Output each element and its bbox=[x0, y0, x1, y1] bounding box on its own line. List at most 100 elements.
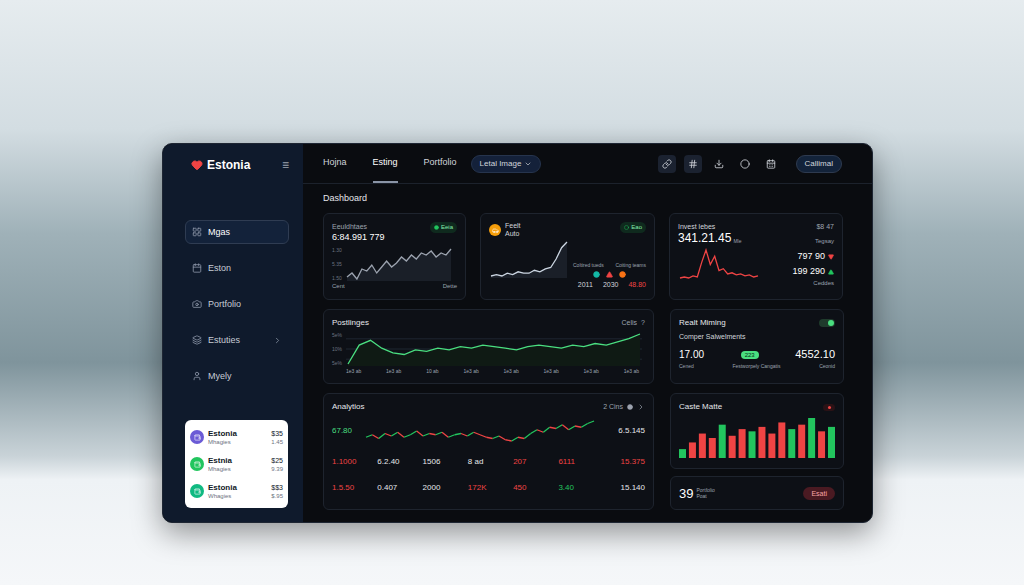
chevron-down-icon bbox=[524, 160, 532, 168]
chart-segment bbox=[410, 431, 416, 435]
toolbar-button[interactable] bbox=[658, 155, 676, 173]
accounts-card: EstoniaMhagies$351.45EstniaMhagies$259.3… bbox=[185, 420, 288, 508]
chart-bar bbox=[679, 449, 686, 458]
table-cell: 207 bbox=[513, 457, 554, 467]
chart-segment bbox=[448, 434, 454, 437]
portfolio-button[interactable]: Esati bbox=[803, 487, 835, 500]
card-title: Postlinges bbox=[332, 318, 369, 328]
toolbar-button[interactable] bbox=[710, 155, 728, 173]
y-tick: 5e% bbox=[332, 332, 342, 338]
trend-icon bbox=[828, 254, 834, 260]
account-row[interactable]: EstoniaWhagies$$3$.95 bbox=[190, 479, 283, 503]
chart-segment bbox=[505, 439, 511, 440]
stats: 797 90199 290 bbox=[766, 251, 834, 277]
nav-icon bbox=[192, 335, 202, 345]
tab[interactable]: Hojna bbox=[323, 144, 347, 183]
sidebar: Estonia ≡ Mgas Eston Portfolio Estuties Myely E… bbox=[163, 144, 303, 522]
toolbar-button[interactable] bbox=[736, 155, 754, 173]
analytics-card: Analytios2 Cins67.806.5.1451.10006.2.401… bbox=[323, 393, 654, 510]
status-dot bbox=[828, 406, 831, 409]
menu-button[interactable]: ≡ bbox=[282, 158, 289, 172]
account-sub: Mhagies bbox=[208, 465, 267, 473]
row-top: Eeuldhtaes6:84.991 779Eeia1.305.351.50Ce… bbox=[323, 213, 842, 300]
card-titles: FeeltAuto bbox=[505, 222, 521, 238]
auto-chart bbox=[489, 240, 569, 278]
account-text: EstoniaWhagies bbox=[208, 483, 267, 500]
chart-bar bbox=[749, 431, 756, 458]
dropdown-label: Letal Image bbox=[480, 158, 522, 170]
table-row: 1.10006.2.4015068 ad207611115.375 bbox=[332, 453, 645, 471]
account-name: Estonia bbox=[208, 429, 267, 438]
trend-icon bbox=[828, 269, 834, 275]
chart-line bbox=[348, 334, 640, 364]
sidebar-item[interactable]: Mgas bbox=[185, 220, 289, 244]
portfolio-text: PortfolioPoat bbox=[696, 487, 714, 499]
account-icon bbox=[190, 430, 204, 444]
chart-bar bbox=[758, 427, 765, 458]
x-axis: 1e3 ab1e3 ab10 ab1e3 ab1e3 ab1e3 ab1e3 a… bbox=[332, 368, 645, 375]
card-heading: Eeuldhtaes6:84.991 779 bbox=[332, 222, 385, 243]
y-tick: 5.35 bbox=[332, 261, 342, 267]
tab[interactable]: Portfolio bbox=[424, 144, 457, 183]
x-label: Dette bbox=[443, 283, 457, 290]
chart-area: 5e%10%5e% bbox=[332, 332, 645, 366]
auto-avatar bbox=[489, 224, 501, 236]
sidebar-item[interactable]: Eston bbox=[185, 256, 289, 280]
account-button[interactable]: Callimal bbox=[796, 155, 842, 173]
account-change: 1.45 bbox=[271, 438, 283, 446]
card-title: Caste Matte bbox=[679, 402, 722, 412]
grid-line bbox=[346, 338, 642, 339]
account-values: $259.39 bbox=[271, 456, 283, 473]
card-title: Eeuldhtaes bbox=[332, 222, 385, 231]
card-action[interactable]: 2 Cins bbox=[603, 402, 623, 413]
toggle-knob bbox=[828, 320, 834, 326]
chart-segment bbox=[562, 424, 568, 429]
chart-segment bbox=[499, 436, 505, 440]
chart-segment bbox=[467, 432, 473, 436]
chart-segment bbox=[442, 432, 448, 437]
toolbar-button[interactable] bbox=[762, 155, 780, 173]
card-corner: $8 47 bbox=[816, 222, 834, 231]
card-header: Invest lebes$8 47 bbox=[678, 222, 834, 231]
toolbar: Callimal bbox=[658, 144, 842, 183]
logo-text: Estonia bbox=[207, 158, 250, 172]
legend-label: Coltired tueds bbox=[573, 262, 604, 268]
table-cell: 15.140 bbox=[604, 483, 645, 493]
card-title: Feelt bbox=[505, 222, 521, 230]
background-photo: Estonia ≡ Mgas Eston Portfolio Estuties Myely E… bbox=[0, 0, 1024, 585]
account-icon bbox=[190, 484, 204, 498]
toolbar-icon bbox=[662, 159, 672, 169]
account-sub: Whagies bbox=[208, 492, 267, 500]
heart-logo-icon bbox=[191, 159, 203, 171]
portfolio-value: 39 bbox=[679, 486, 693, 501]
table-cell: 1.1000 bbox=[332, 457, 373, 467]
chart-segment bbox=[429, 433, 435, 434]
toolbar-icon bbox=[714, 159, 724, 169]
analytics-chart bbox=[364, 419, 596, 443]
account-row[interactable]: EstoniaMhagies$351.45 bbox=[190, 425, 283, 449]
sidebar-item-label: Eston bbox=[208, 263, 231, 274]
footer-text: Ceddes bbox=[813, 280, 834, 287]
sidebar-item[interactable]: Myely bbox=[185, 364, 289, 388]
chart-segment bbox=[404, 434, 410, 437]
sidebar-item[interactable]: Estuties bbox=[185, 328, 289, 352]
sidebar-item[interactable]: Portfolio bbox=[185, 292, 289, 316]
toolbar-icon bbox=[740, 159, 750, 169]
wallet-icon bbox=[194, 461, 201, 468]
analytics-table: 1.10006.2.4015068 ad207611115.3751.5.500… bbox=[332, 453, 645, 497]
chart-segment bbox=[391, 432, 397, 436]
right-column: Caste Matte 39PortfolioPoat Esati bbox=[670, 393, 844, 510]
account-row[interactable]: EstniaMhagies$259.39 bbox=[190, 452, 283, 476]
help-button[interactable]: ? bbox=[641, 318, 645, 329]
chart-area bbox=[347, 249, 451, 281]
image-dropdown[interactable]: Letal Image bbox=[471, 155, 542, 173]
table-cell: 2000 bbox=[423, 483, 464, 493]
toolbar-button[interactable] bbox=[684, 155, 702, 173]
tab[interactable]: Esting bbox=[373, 144, 398, 183]
portfolio-label: Portfolio bbox=[696, 487, 714, 493]
y-axis: 5e%10%5e% bbox=[332, 332, 342, 366]
chart-bar bbox=[768, 434, 775, 458]
card-action[interactable]: Celis bbox=[622, 318, 638, 329]
x-label: 1e3 ab bbox=[584, 368, 599, 375]
toggle[interactable] bbox=[819, 319, 835, 327]
